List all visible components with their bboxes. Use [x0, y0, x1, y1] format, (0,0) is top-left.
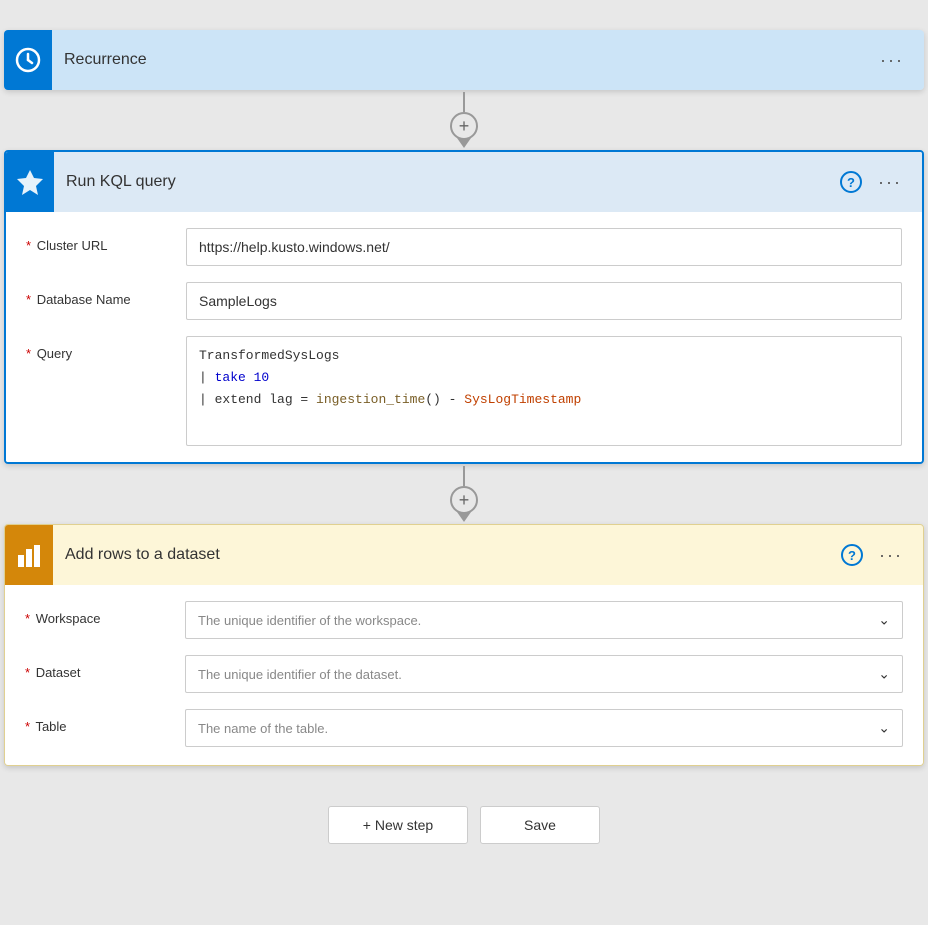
add-step-button-1[interactable]: +	[450, 112, 478, 140]
dataset-placeholder: The unique identifier of the dataset.	[198, 667, 402, 682]
barchart-icon	[15, 541, 43, 569]
table-dropdown[interactable]: The name of the table. ⌄	[185, 709, 903, 747]
workspace-label: * Workspace	[25, 601, 185, 626]
dataset-label: * Dataset	[25, 655, 185, 680]
query-line-2: | take 10	[199, 367, 889, 389]
addrows-title: Add rows to a dataset	[65, 546, 841, 564]
database-name-label: * Database Name	[26, 282, 186, 307]
cluster-url-required: *	[26, 238, 31, 253]
table-required: *	[25, 719, 30, 734]
addrows-actions: ? ···	[841, 544, 907, 566]
dataset-required: *	[25, 665, 30, 680]
recurrence-icon-box	[4, 30, 52, 90]
dataset-chevron-icon: ⌄	[878, 666, 890, 683]
connector-2: +	[450, 466, 478, 522]
kql-icon	[15, 167, 45, 197]
query-input[interactable]: TransformedSysLogs | take 10 | extend la…	[186, 336, 902, 446]
database-name-input[interactable]	[186, 282, 902, 320]
table-placeholder: The name of the table.	[198, 721, 328, 736]
table-dropdown-wrapper[interactable]: The name of the table. ⌄	[185, 709, 903, 747]
clock-icon	[14, 46, 42, 74]
query-label: * Query	[26, 336, 186, 361]
recurrence-header: Recurrence ···	[4, 30, 924, 90]
database-name-row: * Database Name	[26, 282, 902, 322]
workspace-dropdown[interactable]: The unique identifier of the workspace. …	[185, 601, 903, 639]
cluster-url-input[interactable]	[186, 228, 902, 266]
kql-actions: ? ···	[840, 171, 906, 193]
dataset-dropdown[interactable]: The unique identifier of the dataset. ⌄	[185, 655, 903, 693]
addrows-body: * Workspace The unique identifier of the…	[5, 585, 923, 765]
table-chevron-icon: ⌄	[878, 720, 890, 737]
query-line-1: TransformedSysLogs	[199, 345, 889, 367]
kql-more-button[interactable]: ···	[874, 172, 906, 193]
addrows-more-button[interactable]: ···	[875, 545, 907, 566]
workspace-row: * Workspace The unique identifier of the…	[25, 601, 903, 641]
connector-line-top-1	[463, 92, 465, 112]
query-row: * Query TransformedSysLogs | take 10 | e…	[26, 336, 902, 446]
kql-icon-box	[6, 152, 54, 212]
kql-card: Run KQL query ? ··· * Cluster URL * Data…	[4, 150, 924, 464]
kql-header: Run KQL query ? ···	[6, 152, 922, 212]
save-button[interactable]: Save	[480, 806, 600, 844]
recurrence-title: Recurrence	[64, 51, 876, 69]
workspace-chevron-icon: ⌄	[878, 612, 890, 629]
kql-title: Run KQL query	[66, 173, 840, 191]
dataset-dropdown-wrapper[interactable]: The unique identifier of the dataset. ⌄	[185, 655, 903, 693]
workspace-placeholder: The unique identifier of the workspace.	[198, 613, 421, 628]
addrows-header: Add rows to a dataset ? ···	[5, 525, 923, 585]
addrows-card: Add rows to a dataset ? ··· * Workspace …	[4, 524, 924, 766]
query-required: *	[26, 346, 31, 361]
recurrence-actions: ···	[876, 50, 908, 71]
database-name-required: *	[26, 292, 31, 307]
query-line-3: | extend lag = ingestion_time() - SysLog…	[199, 389, 889, 411]
recurrence-more-button[interactable]: ···	[876, 50, 908, 71]
kql-body: * Cluster URL * Database Name * Query	[6, 212, 922, 462]
bottom-actions: + New step Save	[328, 806, 600, 844]
table-row: * Table The name of the table. ⌄	[25, 709, 903, 749]
cluster-url-row: * Cluster URL	[26, 228, 902, 268]
new-step-button[interactable]: + New step	[328, 806, 468, 844]
connector-1: +	[450, 92, 478, 148]
connector-line-top-2	[463, 466, 465, 486]
addrows-icon-box	[5, 525, 53, 585]
kql-help-button[interactable]: ?	[840, 171, 862, 193]
recurrence-card: Recurrence ···	[4, 30, 924, 90]
addrows-help-button[interactable]: ?	[841, 544, 863, 566]
table-label: * Table	[25, 709, 185, 734]
workspace-dropdown-wrapper[interactable]: The unique identifier of the workspace. …	[185, 601, 903, 639]
add-step-button-2[interactable]: +	[450, 486, 478, 514]
cluster-url-label: * Cluster URL	[26, 228, 186, 253]
workspace-required: *	[25, 611, 30, 626]
dataset-row: * Dataset The unique identifier of the d…	[25, 655, 903, 695]
